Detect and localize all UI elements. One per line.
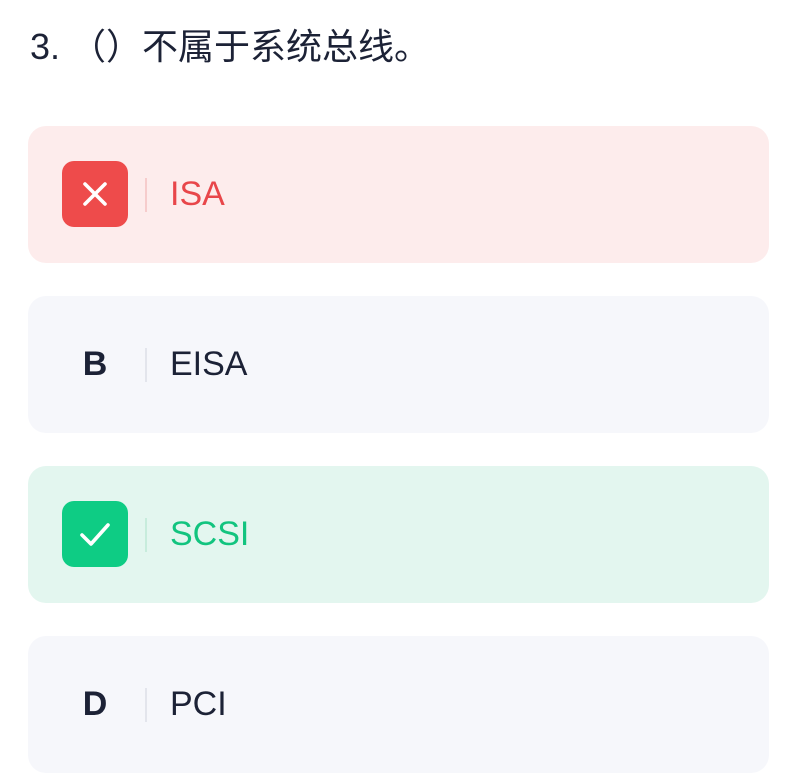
wrong-answer-badge xyxy=(62,161,128,227)
option-b[interactable]: B EISA xyxy=(28,296,769,433)
option-divider xyxy=(145,518,147,552)
option-d-letter: D xyxy=(82,684,108,723)
option-divider xyxy=(145,688,147,722)
option-d[interactable]: D PCI xyxy=(28,636,769,773)
question-text: 3. （）不属于系统总线。 xyxy=(30,26,431,67)
option-divider xyxy=(145,348,147,382)
close-icon xyxy=(83,182,107,206)
option-d-text: PCI xyxy=(170,685,227,723)
correct-answer-badge xyxy=(62,501,128,567)
option-a-text: ISA xyxy=(170,175,225,213)
check-icon xyxy=(80,523,110,546)
option-a[interactable]: ISA xyxy=(28,126,769,263)
option-divider xyxy=(145,178,147,212)
option-c[interactable]: SCSI xyxy=(28,466,769,603)
option-b-letter: B xyxy=(82,344,108,383)
option-b-text: EISA xyxy=(170,345,248,383)
option-c-text: SCSI xyxy=(170,515,250,553)
